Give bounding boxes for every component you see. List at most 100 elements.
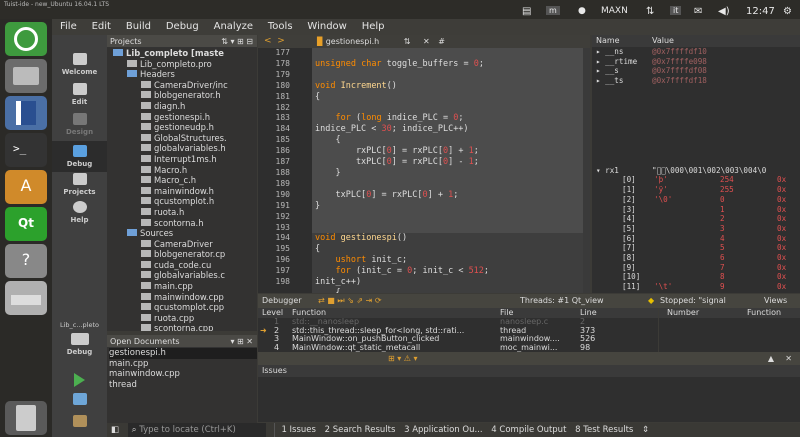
keyboard-icon[interactable]: it [670, 6, 682, 15]
project-tree-item[interactable]: ruota.h [107, 207, 257, 218]
code-line[interactable]: init_c++) [312, 277, 590, 288]
code-line[interactable]: } [312, 201, 590, 212]
mode-welcome[interactable]: Welcome [52, 53, 107, 76]
code-line[interactable]: ushort init_c; [312, 255, 590, 267]
debug-step-icons[interactable]: ⇄ ■ ⏭ ⇘ ⇗ ⇥ ⟳ [318, 294, 382, 308]
sidebar-toggle-icon[interactable]: ◧ [111, 423, 119, 437]
nvidia-mode-icon[interactable]: ● [578, 6, 586, 16]
code-line[interactable]: { [312, 244, 590, 256]
project-tree-item[interactable]: Lib_completo.pro [107, 59, 257, 70]
code-line[interactable] [312, 70, 590, 81]
watch-array-row[interactable]: [9] 7 0x [592, 263, 800, 273]
code-editor[interactable]: ▉ gestionespi.h ⇅ ✕ # unsigned char togg… [312, 35, 590, 293]
project-tree-item[interactable]: cuda_code.cu [107, 260, 257, 271]
code-line[interactable]: for (long indice_PLC = 0; [312, 113, 590, 124]
mode-design[interactable]: Design [52, 113, 107, 136]
kit-selector[interactable]: Debug [52, 333, 107, 356]
project-tree-item[interactable]: GlobalStructures. [107, 133, 257, 144]
project-tree-item[interactable]: scontorna.h [107, 218, 257, 229]
menu-build[interactable]: Build [126, 19, 151, 35]
watch-row[interactable]: ▸ __ts @0x7ffffdf18 [592, 76, 800, 86]
menu-file[interactable]: File [60, 19, 77, 35]
nvidia-icon[interactable]: ▤ [522, 6, 531, 17]
code-line[interactable] [312, 212, 590, 223]
tab-search-results[interactable]: 2 Search Results [325, 423, 396, 437]
watch-array-row[interactable]: [6] 4 0x [592, 234, 800, 244]
clock[interactable]: 12:47 [746, 6, 775, 17]
code-line[interactable]: for (init_c = 0; init_c < 512; [312, 266, 590, 278]
code-line[interactable] [312, 223, 590, 234]
code-line[interactable]: { [312, 135, 590, 146]
watch-row[interactable]: ▸ __s @0x7ffffdf08 [592, 66, 800, 76]
watch-array-row[interactable]: [12]'\n'100x [592, 292, 800, 293]
dropdown-icon[interactable]: ⇅ [404, 37, 411, 46]
symbol-selector[interactable]: # [438, 37, 445, 46]
menu-edit[interactable]: Edit [92, 19, 111, 35]
project-tree-item[interactable]: Lib_completo [maste [107, 48, 257, 59]
run-button[interactable] [52, 373, 107, 387]
project-tree-item[interactable]: Sources [107, 228, 257, 239]
menu-window[interactable]: Window [307, 19, 346, 35]
files-icon[interactable] [5, 59, 47, 93]
project-tree-item[interactable]: gestioneudp.h [107, 122, 257, 133]
volume-icon[interactable]: ◀) [718, 6, 730, 17]
project-tree-item[interactable]: Macro_c.h [107, 175, 257, 186]
locator-input[interactable]: ⌕ Type to locate (Ctrl+K) [127, 423, 266, 437]
project-tree-item[interactable]: blobgenerator.cp [107, 249, 257, 260]
project-tree-item[interactable]: main.cpp [107, 281, 257, 292]
network-icon[interactable]: ⇅ [646, 6, 654, 17]
mail-icon[interactable]: ✉ [694, 6, 702, 17]
threads-selector[interactable]: Threads: #1 Qt_view [520, 294, 604, 308]
mode-debug[interactable]: Debug [52, 141, 107, 172]
nav-arrows[interactable]: < > [258, 35, 312, 48]
code-line[interactable]: { [312, 287, 590, 293]
terminal-icon[interactable]: >_ [5, 133, 47, 167]
code-line[interactable]: void gestionespi() [312, 233, 590, 245]
project-tree-item[interactable]: ruota.cpp [107, 313, 257, 324]
project-tree-item[interactable]: CameraDriver [107, 239, 257, 250]
watch-array-row[interactable]: [8] 6 0x [592, 253, 800, 263]
debugger-selector[interactable]: Debugger [262, 294, 302, 308]
menu-analyze[interactable]: Analyze [214, 19, 253, 35]
editor-tab[interactable]: gestionespi.h [326, 37, 380, 46]
more-tabs-icon[interactable]: ⇕ [642, 423, 649, 437]
menu-debug[interactable]: Debug [166, 19, 199, 35]
qt-creator-icon[interactable]: Qt [5, 207, 47, 241]
watch-array-row[interactable]: [11] '\t' 9 0x [592, 282, 800, 292]
project-tree-item[interactable]: scontorna.cpp [107, 323, 257, 331]
code-line[interactable]: txPLC[0] = rxPLC[0] + 1; [312, 190, 590, 201]
code-line[interactable] [312, 179, 590, 190]
views-button[interactable]: Views [764, 294, 787, 308]
project-tree-item[interactable]: globalvariables.h [107, 143, 257, 154]
watch-array-row[interactable]: [3] 1 0x [592, 205, 800, 215]
project-tree-item[interactable]: qcustomplot.cpp [107, 302, 257, 313]
code-line[interactable]: void Increment() [312, 81, 590, 92]
project-tree-item[interactable]: mainwindow.cpp [107, 292, 257, 303]
project-tree-item[interactable]: Headers [107, 69, 257, 80]
nvidia-mode-label[interactable]: MAXN [601, 6, 628, 16]
editor-scrollbar[interactable] [583, 48, 590, 293]
watch-array-row[interactable]: [5] 3 0x [592, 224, 800, 234]
expand-icon[interactable]: ▲ [768, 352, 774, 365]
watch-array-row[interactable]: [0]'þ' 254 0x [592, 175, 800, 185]
indicator-icon[interactable]: m [546, 6, 560, 15]
watch-row-rx1[interactable]: ▾ rx1 "  \000\001\002\003\004\0 [592, 166, 800, 176]
mode-edit[interactable]: Edit [52, 83, 107, 106]
tab-application-output[interactable]: 3 Application Ou... [404, 423, 483, 437]
code-line[interactable]: { [312, 92, 590, 103]
mode-help[interactable]: Help [52, 201, 107, 224]
watch-array-row[interactable]: [4] 2 0x [592, 214, 800, 224]
projects-pane-header[interactable]: Projects ⇅ ▾ ⊞ ⊟ [107, 35, 257, 48]
project-tree-item[interactable]: Interrupt1ms.h [107, 154, 257, 165]
project-tree-item[interactable]: qcustomplot.h [107, 196, 257, 207]
software-center-icon[interactable]: A [5, 170, 47, 204]
close-icon[interactable]: ✕ [423, 37, 430, 46]
code-line[interactable]: } [312, 168, 590, 179]
watch-array-row[interactable]: [7] 5 0x [592, 243, 800, 253]
kit-selector-label[interactable]: Lib_c...pleto [52, 321, 107, 329]
code-line[interactable]: unsigned char toggle_buffers = 0; [312, 59, 590, 70]
watch-array-row[interactable]: [10] 8 0x [592, 272, 800, 282]
watch-row[interactable]: ▸ __rtime @0x7ffffe098 [592, 57, 800, 67]
code-line[interactable] [312, 48, 590, 59]
drive-icon[interactable] [5, 281, 47, 315]
